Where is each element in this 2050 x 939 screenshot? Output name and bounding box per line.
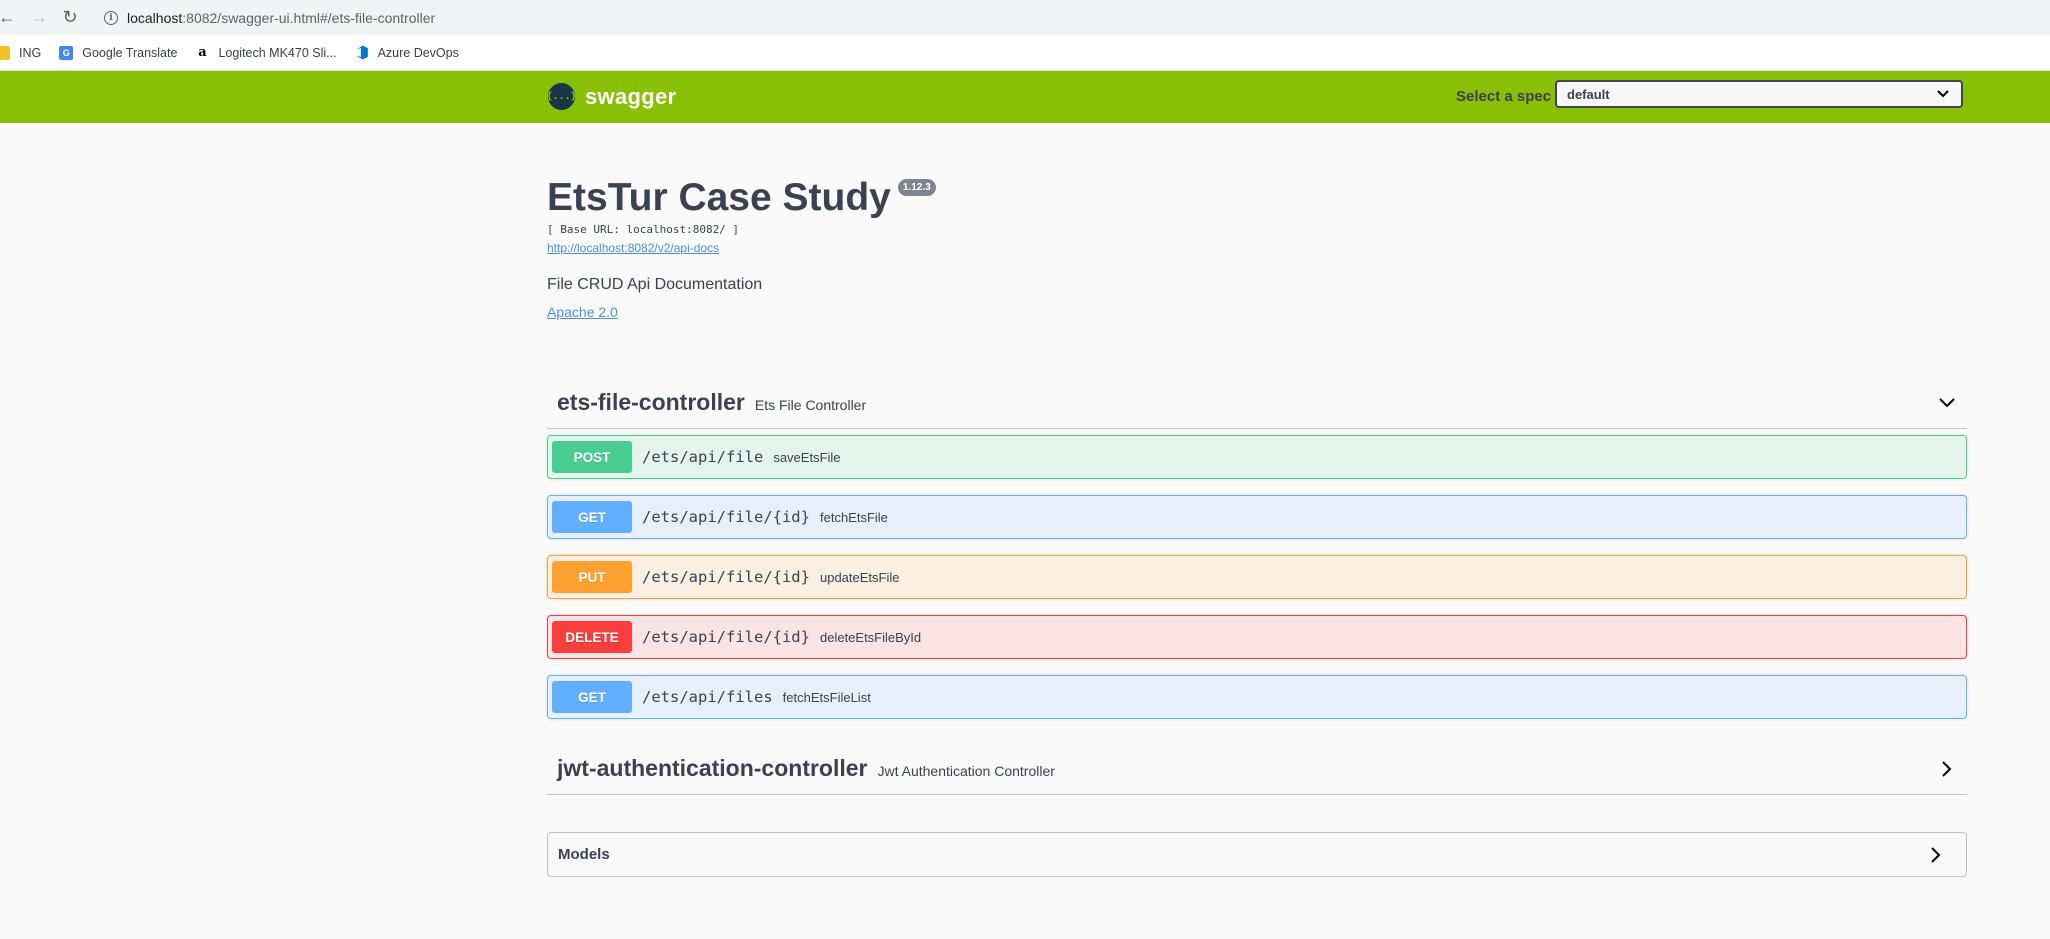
- chevron-down-icon[interactable]: [1937, 393, 1957, 413]
- folder-icon: [0, 45, 10, 60]
- bookmark-azure-devops[interactable]: Azure DevOps: [355, 45, 459, 60]
- swagger-logo-text: swagger: [585, 83, 677, 109]
- operation-put-file[interactable]: PUT /ets/api/file/{id} updateEtsFile: [547, 555, 1967, 599]
- spec-select-value: default: [1567, 86, 1610, 102]
- operation-get-files[interactable]: GET /ets/api/files fetchEtsFileList: [547, 675, 1967, 719]
- method-badge: POST: [552, 441, 632, 473]
- tag-header[interactable]: jwt-authentication-controller Jwt Authen…: [547, 743, 1967, 795]
- chevron-down-icon: [1937, 90, 1949, 98]
- spec-select[interactable]: default: [1555, 80, 1963, 108]
- bookmark-google-translate[interactable]: G Google Translate: [59, 45, 178, 60]
- api-docs-link[interactable]: http://localhost:8082/v2/api-docs: [547, 241, 1967, 255]
- operation-summary: fetchEtsFileList: [782, 689, 871, 705]
- tag-section-jwt-authentication-controller: jwt-authentication-controller Jwt Authen…: [547, 743, 1967, 795]
- url-host: localhost: [127, 9, 183, 26]
- bookmark-label: Azure DevOps: [377, 45, 459, 60]
- tag-name: jwt-authentication-controller: [557, 755, 868, 781]
- operation-summary: deleteEtsFileById: [819, 629, 922, 645]
- spec-select-label: Select a spec: [1456, 88, 1552, 105]
- method-badge: PUT: [552, 561, 632, 593]
- operations-list: POST /ets/api/file saveEtsFile GET /ets/…: [547, 435, 1967, 719]
- browser-toolbar: ← → ↻ i localhost:8082/swagger-ui.html#/…: [0, 0, 2050, 35]
- method-badge: GET: [552, 681, 632, 713]
- operation-summary: saveEtsFile: [773, 449, 841, 465]
- tag-header[interactable]: ets-file-controller Ets File Controller: [547, 377, 1967, 429]
- models-section[interactable]: Models: [547, 832, 1967, 877]
- method-badge: DELETE: [552, 621, 632, 653]
- address-bar[interactable]: i localhost:8082/swagger-ui.html#/ets-fi…: [92, 3, 2050, 32]
- operation-path: /ets/api/file/{id}: [642, 568, 810, 586]
- chevron-right-icon[interactable]: [1926, 845, 1946, 865]
- operation-path: /ets/api/files: [642, 688, 773, 706]
- google-translate-icon: G: [59, 45, 74, 60]
- tag-section-ets-file-controller: ets-file-controller Ets File Controller …: [547, 377, 1967, 719]
- operation-get-file[interactable]: GET /ets/api/file/{id} fetchEtsFile: [547, 495, 1967, 539]
- url-path: :8082/swagger-ui.html#/ets-file-controll…: [182, 9, 436, 26]
- bookmark-label: Logitech MK470 Sli...: [218, 45, 337, 60]
- operation-post-file[interactable]: POST /ets/api/file saveEtsFile: [547, 435, 1967, 479]
- license-link[interactable]: Apache 2.0: [547, 304, 1967, 320]
- swagger-logo[interactable]: {...} swagger: [546, 83, 677, 110]
- tag-name: ets-file-controller: [557, 389, 745, 415]
- operation-summary: updateEtsFile: [819, 569, 900, 585]
- bookmark-ing[interactable]: ING: [0, 45, 42, 60]
- operation-path: /ets/api/file/{id}: [642, 628, 810, 646]
- site-info-icon[interactable]: i: [104, 10, 118, 25]
- bookmarks-bar: ING G Google Translate a Logitech MK470 …: [0, 35, 2050, 71]
- chevron-right-icon[interactable]: [1937, 759, 1957, 779]
- tag-description: Ets File Controller: [754, 397, 867, 413]
- base-url: [ Base URL: localhost:8082/ ]: [547, 223, 740, 236]
- tag-description: Jwt Authentication Controller: [877, 763, 1055, 779]
- operation-path: /ets/api/file: [642, 448, 764, 466]
- page-title: EtsTur Case Study: [547, 176, 891, 219]
- back-icon[interactable]: ←: [0, 4, 20, 30]
- bookmark-logitech[interactable]: a Logitech MK470 Sli...: [195, 45, 337, 60]
- api-info: EtsTur Case Study 1.12.3 [ Base URL: loc…: [547, 175, 1967, 320]
- version-badge: 1.12.3: [897, 179, 936, 196]
- bookmark-label: Google Translate: [82, 45, 178, 60]
- forward-icon[interactable]: →: [26, 4, 52, 30]
- reload-icon[interactable]: ↻: [57, 4, 83, 30]
- operation-delete-file[interactable]: DELETE /ets/api/file/{id} deleteEtsFileB…: [547, 615, 1967, 659]
- models-label: Models: [558, 846, 610, 863]
- api-description: File CRUD Api Documentation: [547, 276, 763, 293]
- bookmark-label: ING: [19, 45, 42, 60]
- method-badge: GET: [552, 501, 632, 533]
- swagger-topbar: {...} swagger Select a spec default: [0, 71, 2050, 123]
- operation-path: /ets/api/file/{id}: [642, 508, 810, 526]
- swagger-logo-icon: {...}: [546, 83, 577, 110]
- amazon-icon: a: [195, 45, 210, 60]
- url-text[interactable]: localhost:8082/swagger-ui.html#/ets-file…: [127, 10, 435, 26]
- operation-summary: fetchEtsFile: [819, 509, 888, 525]
- azure-devops-icon: [355, 45, 368, 60]
